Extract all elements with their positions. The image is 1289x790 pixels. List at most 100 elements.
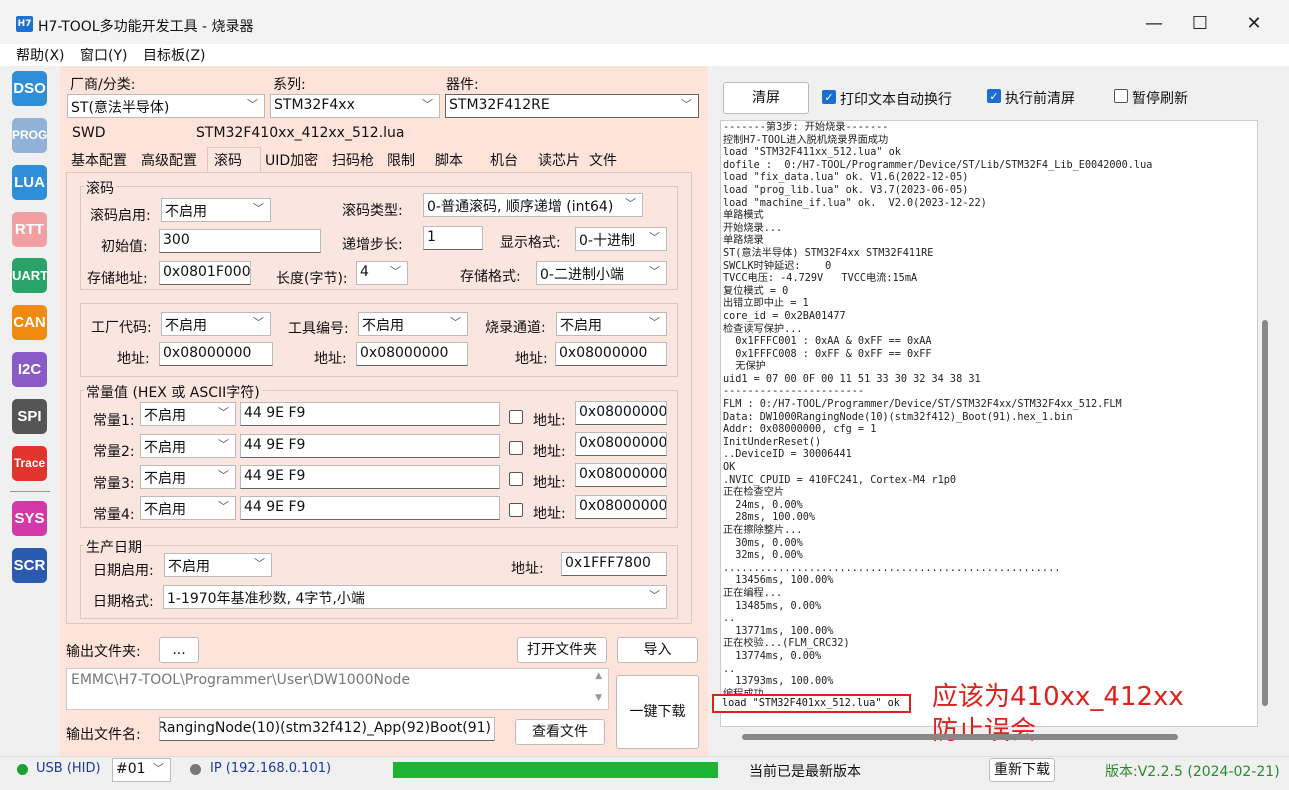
constant-2-addr-input[interactable]: 0x08000000 xyxy=(575,432,667,456)
sidebar-sys-button[interactable]: SYS xyxy=(12,501,47,536)
length-select[interactable]: 4 ﹀ xyxy=(356,261,408,285)
constant-2-input[interactable]: 44 9E F9 xyxy=(240,434,500,458)
menu-help[interactable]: 帮助(X) xyxy=(16,45,65,65)
tab-advanced[interactable]: 高级配置 xyxy=(141,150,197,170)
channel-select[interactable]: 不启用 ﹀ xyxy=(556,312,667,336)
tab-scanner[interactable]: 扫码枪 xyxy=(332,150,374,170)
tab-script[interactable]: 脚本 xyxy=(435,150,463,170)
log-horizontal-scrollbar[interactable] xyxy=(742,734,1178,740)
display-format-select[interactable]: 0-十进制 ﹀ xyxy=(575,227,667,251)
factory-addr-input[interactable]: 0x08000000 xyxy=(159,342,273,366)
menu-target-board[interactable]: 目标板(Z) xyxy=(143,45,206,65)
date-enable-select[interactable]: 不启用 ﹀ xyxy=(164,553,272,577)
sidebar-scr-button[interactable]: SCR xyxy=(12,548,47,583)
store-format-value: 0-二进制小端 xyxy=(540,267,624,283)
log-output[interactable]: -------第3步: 开始烧录------- 控制H7-TOOL进入脱机烧录界… xyxy=(720,120,1258,727)
constant-2-checkbox[interactable] xyxy=(509,441,523,455)
tool-number-value: 不启用 xyxy=(362,318,404,334)
rolling-enable-select[interactable]: 不启用 ﹀ xyxy=(161,198,271,222)
channel-addr-input[interactable]: 0x08000000 xyxy=(555,342,667,366)
constant-3-checkbox[interactable] xyxy=(509,472,523,486)
sidebar-rtt-button[interactable]: RTT xyxy=(12,212,47,247)
tab-basic[interactable]: 基本配置 xyxy=(71,150,127,170)
scroll-down-icon[interactable]: ▼ xyxy=(595,693,602,703)
usb-status-icon xyxy=(17,764,28,775)
constant-3-mode-select[interactable]: 不启用 ﹀ xyxy=(140,465,236,489)
date-addr-label: 地址: xyxy=(511,561,544,577)
chevron-down-icon: ﹀ xyxy=(218,406,229,419)
chevron-down-icon: ﹀ xyxy=(649,265,660,278)
constant-3-input[interactable]: 44 9E F9 xyxy=(240,465,500,489)
sidebar-uart-button[interactable]: UART xyxy=(12,258,48,293)
constant-3-addr-label: 地址: xyxy=(533,475,566,491)
redownload-button[interactable]: 重新下载 xyxy=(989,758,1055,782)
scroll-up-icon[interactable]: ▲ xyxy=(595,671,602,681)
clear-screen-button[interactable]: 清屏 xyxy=(723,82,809,114)
device-select[interactable]: STM32F412RE ﹀ xyxy=(445,94,699,118)
output-file-input[interactable]: 0RangingNode(10)(stm32f412)_App(92)Boot(… xyxy=(159,717,495,741)
rolling-type-select[interactable]: 0-普通滚码, 顺序递增 (int64) ﹀ xyxy=(423,193,643,217)
constant-1-addr-input[interactable]: 0x08000000 xyxy=(575,401,667,425)
sidebar-prog-button[interactable]: PROG xyxy=(12,118,47,153)
minimize-button[interactable]: — xyxy=(1134,10,1174,38)
constant-2-label: 常量2: xyxy=(93,444,135,460)
browse-folder-button[interactable]: ... xyxy=(159,637,199,663)
tool-addr-input[interactable]: 0x08000000 xyxy=(356,342,468,366)
series-select[interactable]: STM32F4xx ﹀ xyxy=(270,94,440,118)
store-format-label: 存储格式: xyxy=(460,269,521,285)
constant-4-input[interactable]: 44 9E F9 xyxy=(240,496,500,520)
constant-1-input[interactable]: 44 9E F9 xyxy=(240,402,500,426)
date-addr-input[interactable]: 0x1FFF7800 xyxy=(561,552,667,576)
sidebar-dso-button[interactable]: DSO xyxy=(12,71,47,106)
constant-4-checkbox[interactable] xyxy=(509,503,523,517)
tab-rolling-code[interactable]: 滚码 xyxy=(214,150,242,170)
output-file-label: 输出文件名: xyxy=(66,727,141,743)
constant-4-mode-select[interactable]: 不启用 ﹀ xyxy=(140,496,236,520)
constant-2-addr-label: 地址: xyxy=(533,444,566,460)
output-path-box[interactable]: EMMC\H7-TOOL\Programmer\User\DW1000Node … xyxy=(66,668,609,710)
view-file-button[interactable]: 查看文件 xyxy=(515,719,605,745)
chevron-down-icon: ﹀ xyxy=(218,438,229,451)
tab-limit[interactable]: 限制 xyxy=(387,150,415,170)
wrap-checkbox[interactable]: ✓ xyxy=(822,90,836,104)
constant-1-mode-select[interactable]: 不启用 ﹀ xyxy=(140,402,236,426)
port-select[interactable]: #01 ﹀ xyxy=(112,758,171,782)
sidebar-lua-button[interactable]: LUA xyxy=(12,165,47,200)
pause-refresh-checkbox[interactable] xyxy=(1114,89,1128,103)
sidebar-trace-button[interactable]: Trace xyxy=(12,446,47,481)
sidebar-i2c-button[interactable]: I2C xyxy=(12,352,47,387)
clear-before-checkbox[interactable]: ✓ xyxy=(987,89,1001,103)
sidebar-can-button[interactable]: CAN xyxy=(12,305,47,340)
import-button[interactable]: 导入 xyxy=(617,637,698,663)
step-input[interactable]: 1 xyxy=(423,226,483,250)
open-folder-button[interactable]: 打开文件夹 xyxy=(517,637,607,663)
date-format-select[interactable]: 1-1970年基准秒数, 4字节,小端 ﹀ xyxy=(163,585,667,609)
tool-number-select[interactable]: 不启用 ﹀ xyxy=(358,312,468,336)
factory-code-select[interactable]: 不启用 ﹀ xyxy=(161,312,271,336)
constant-2-mode-select[interactable]: 不启用 ﹀ xyxy=(140,434,236,458)
constant-4-addr-input[interactable]: 0x08000000 xyxy=(575,495,667,519)
rolling-group-title: 滚码 xyxy=(84,178,116,198)
store-format-select[interactable]: 0-二进制小端 ﹀ xyxy=(536,261,667,285)
version-label: 版本:V2.2.5 (2024-02-21) xyxy=(1105,764,1280,780)
menu-window[interactable]: 窗口(Y) xyxy=(80,45,127,65)
tab-machine[interactable]: 机台 xyxy=(490,150,518,170)
init-value-input[interactable]: 300 xyxy=(159,229,321,253)
store-addr-input[interactable]: 0x0801F000 xyxy=(159,261,251,285)
tab-file[interactable]: 文件 xyxy=(589,150,617,170)
tool-addr-label: 地址: xyxy=(314,351,347,367)
close-button[interactable]: ✕ xyxy=(1234,10,1274,38)
tab-uid-encrypt[interactable]: UID加密 xyxy=(265,150,318,170)
chevron-down-icon: ﹀ xyxy=(390,265,401,278)
maximize-button[interactable]: ☐ xyxy=(1180,10,1220,38)
display-format-label: 显示格式: xyxy=(500,235,561,251)
log-vertical-scrollbar[interactable] xyxy=(1262,320,1268,706)
clear-before-label: 执行前清屏 xyxy=(1005,91,1075,107)
constant-3-addr-input[interactable]: 0x08000000 xyxy=(575,463,667,487)
title-bar: H7 H7-TOOL多功能开发工具 - 烧录器 — ☐ ✕ xyxy=(0,0,1289,44)
constant-1-checkbox[interactable] xyxy=(509,410,523,424)
vendor-select[interactable]: ST(意法半导体) ﹀ xyxy=(67,94,265,118)
one-click-download-button[interactable]: 一键下载 xyxy=(616,675,699,749)
tab-read-chip[interactable]: 读芯片 xyxy=(538,150,580,170)
sidebar-spi-button[interactable]: SPI xyxy=(12,399,47,434)
